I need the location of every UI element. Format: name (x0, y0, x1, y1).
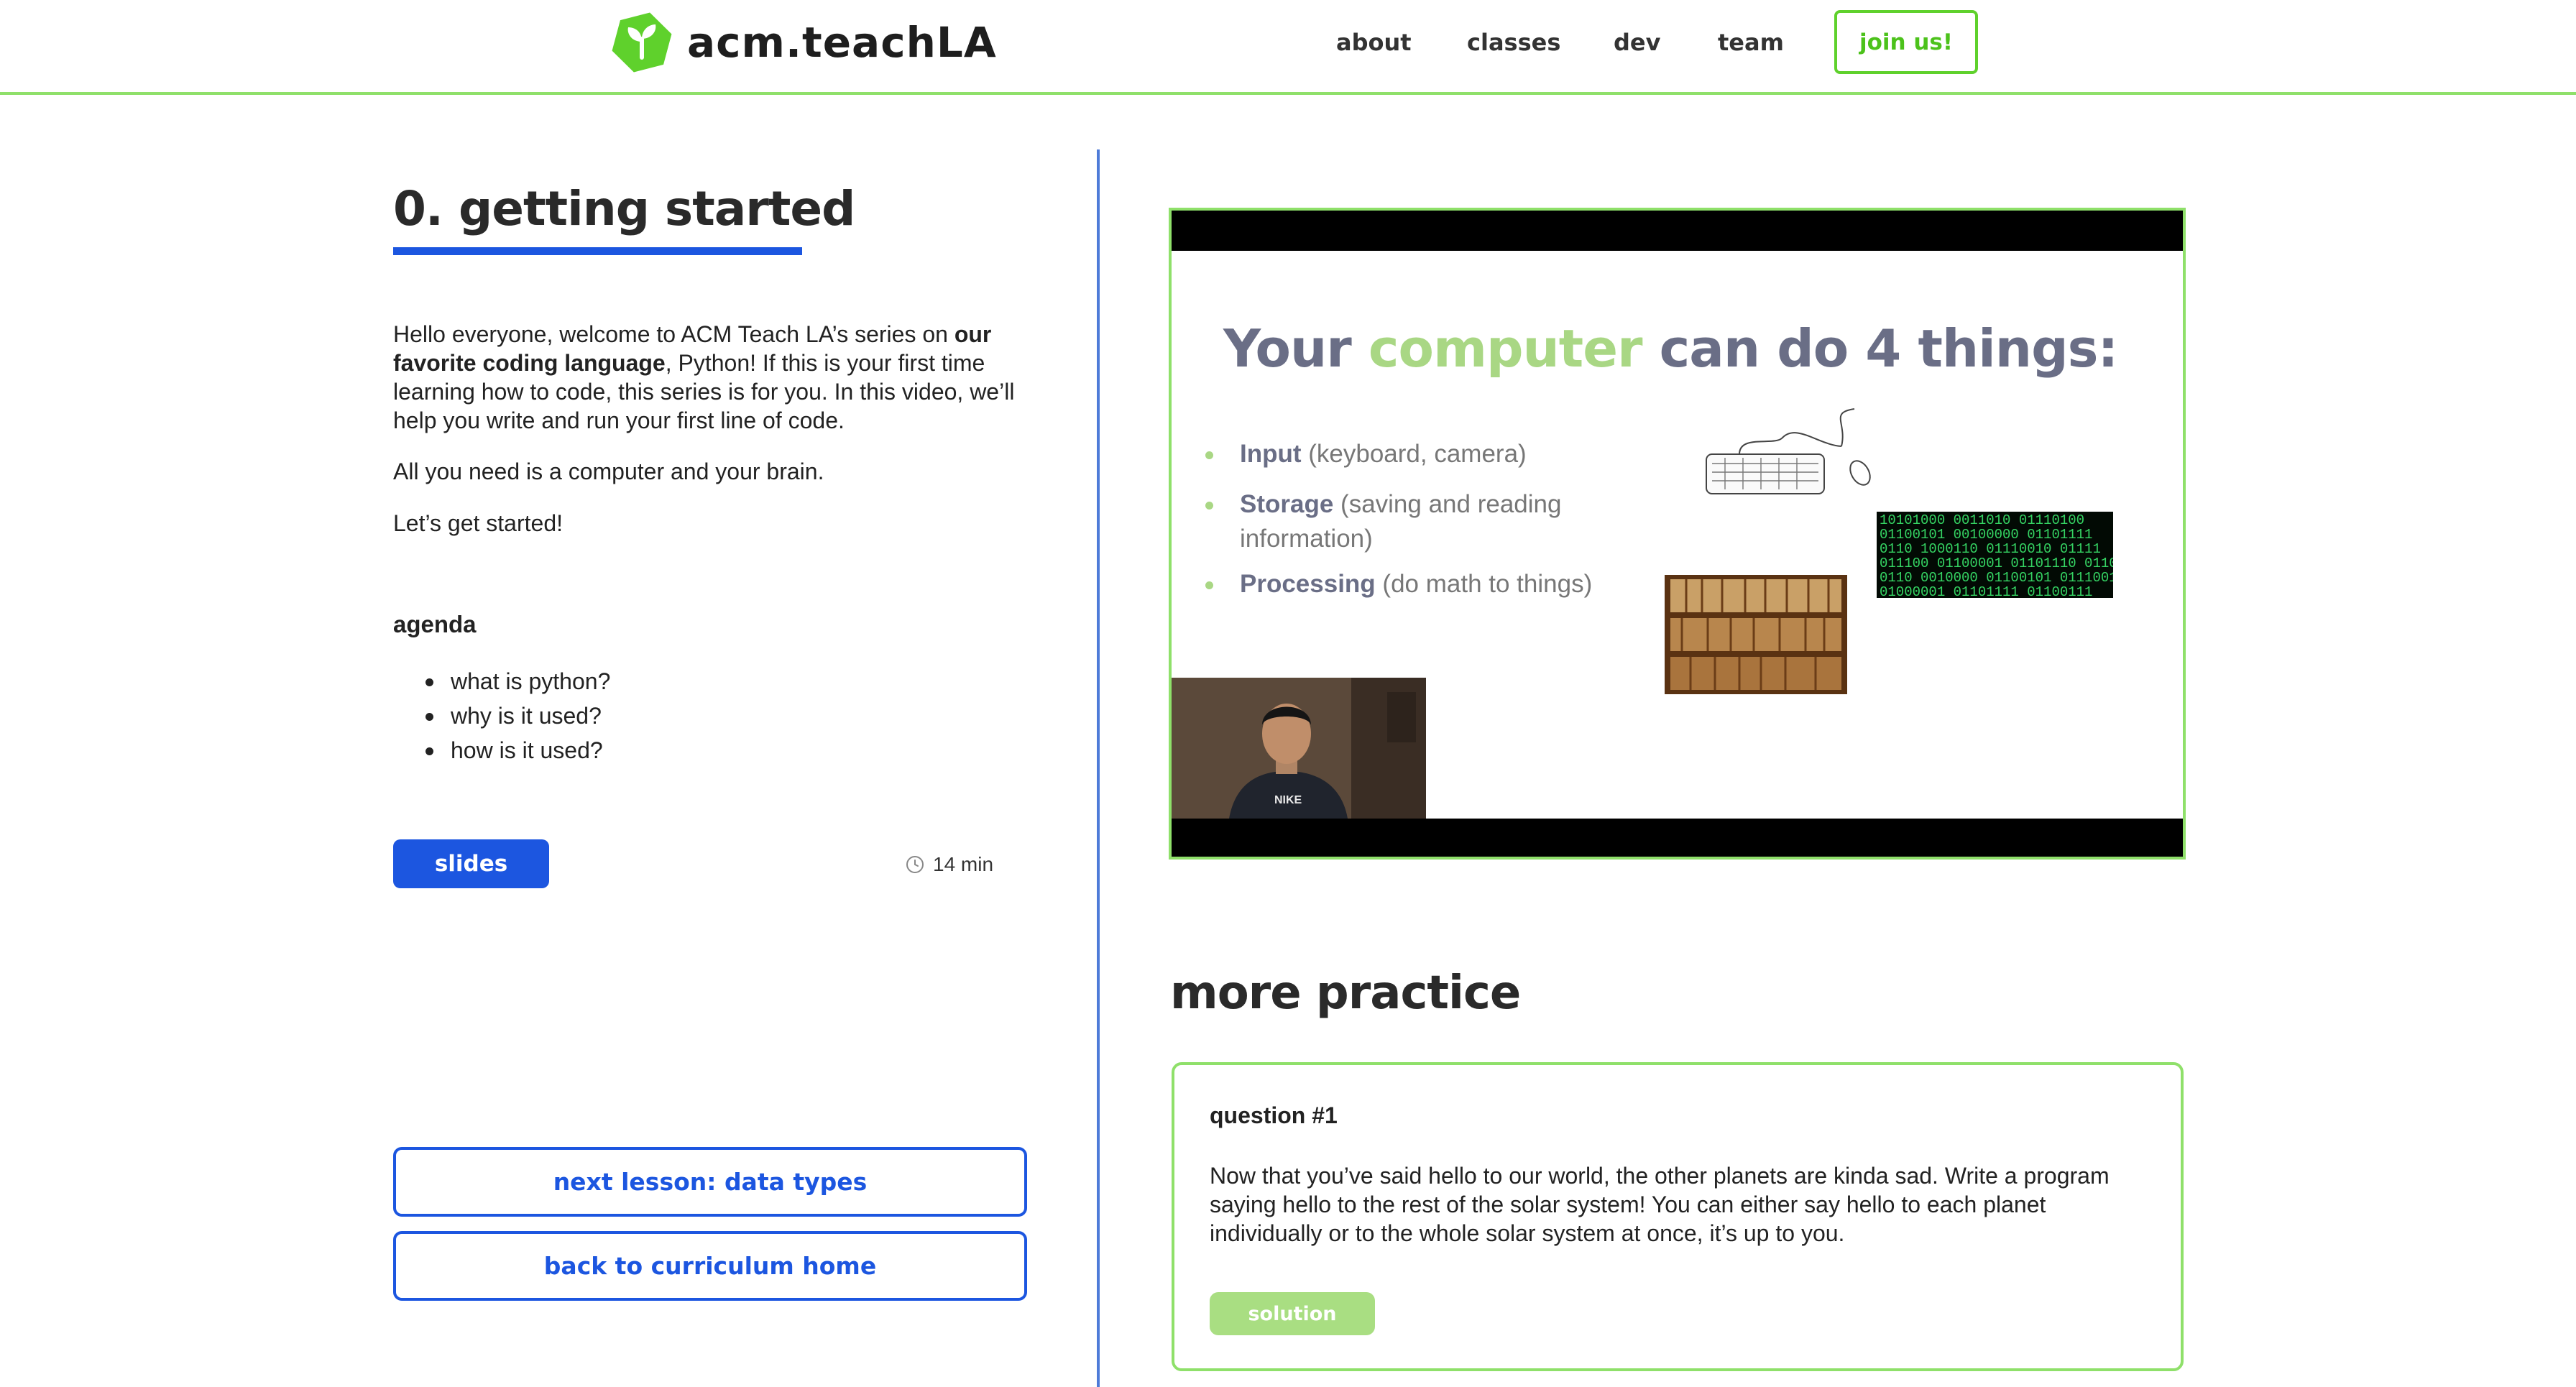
question-label: question #1 (1210, 1102, 1338, 1128)
slide-bullet: Storage (saving and reading information) (1205, 487, 1614, 556)
title-underline (393, 247, 802, 255)
presenter-webcam: NIKE (1172, 678, 1426, 819)
practice-heading: more practice (1170, 967, 1521, 1020)
video-slide: Your computer can do 4 things: Input (ke… (1172, 251, 2183, 819)
slide-title: Your computer can do 4 things: (1223, 318, 2118, 379)
clock-icon (906, 856, 924, 873)
question-card: question #1 Now that you’ve said hello t… (1172, 1062, 2184, 1371)
nav-team[interactable]: team (1718, 10, 1784, 75)
slide-bullet: Input (keyboard, camera) (1205, 437, 1599, 471)
lesson-requirements: All you need is a computer and your brai… (393, 459, 824, 484)
nav-classes[interactable]: classes (1467, 10, 1560, 75)
lesson-video[interactable]: Your computer can do 4 things: Input (ke… (1169, 208, 2186, 860)
question-text: Now that you’ve said hello to our world,… (1210, 1163, 2110, 1246)
brand-link[interactable]: acm.teachLA (610, 10, 997, 75)
site-header: acm.teachLA about classes dev team join … (0, 0, 2576, 95)
agenda-item: why is it used? (393, 699, 610, 733)
agenda-list: what is python? why is it used? how is i… (393, 664, 610, 768)
duration-text: 14 min (933, 853, 994, 875)
keyboard-sketch-image (1706, 408, 1871, 494)
solution-button[interactable]: solution (1210, 1292, 1375, 1335)
agenda-item: how is it used? (393, 733, 610, 768)
lesson-duration: 14 min (906, 852, 993, 877)
column-divider (1097, 149, 1100, 1387)
sprout-icon (612, 12, 672, 73)
nav-dev[interactable]: dev (1614, 10, 1660, 75)
brand-name: acm.teachLA (687, 18, 997, 67)
agenda-item: what is python? (393, 664, 610, 699)
nav-about[interactable]: about (1336, 10, 1412, 75)
svg-text:NIKE: NIKE (1274, 794, 1302, 806)
lesson-start-text: Let’s get started! (393, 510, 563, 536)
join-button[interactable]: join us! (1834, 10, 1978, 74)
binary-code-image: 10101000 0011010 01110100 01100101 00100… (1877, 512, 2113, 598)
back-to-curriculum-button[interactable]: back to curriculum home (393, 1231, 1027, 1301)
lesson-intro: Hello everyone, welcome to ACM Teach LA’… (393, 321, 1015, 433)
lesson-title: 0. getting started (393, 181, 855, 236)
next-lesson-button[interactable]: next lesson: data types (393, 1147, 1027, 1217)
slides-button[interactable]: slides (393, 839, 549, 888)
slide-bullet: Processing (do math to things) (1205, 567, 1671, 602)
agenda-heading: agenda (393, 611, 477, 637)
bookshelf-image (1665, 575, 1847, 694)
